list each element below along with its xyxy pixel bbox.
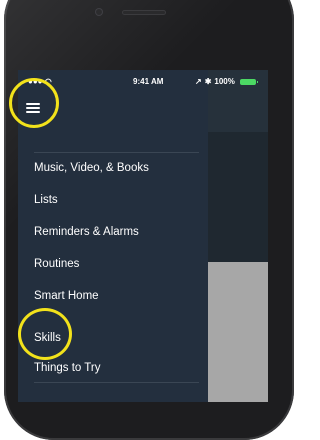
bluetooth-icon: ✱: [204, 77, 212, 86]
status-right-group: ↗ ✱ 100%: [195, 77, 258, 86]
battery-percent: 100%: [214, 77, 235, 86]
battery-icon: [239, 78, 258, 85]
menu-item-lists[interactable]: Lists: [34, 190, 58, 210]
menu-item-music-video-books[interactable]: Music, Video, & Books: [34, 158, 149, 178]
menu-item-things-to-try[interactable]: Things to Try: [34, 358, 100, 378]
divider: [34, 382, 199, 383]
main-content-behind-drawer: [208, 70, 268, 402]
menu-item-routines[interactable]: Routines: [34, 254, 79, 274]
main-content-card: [208, 262, 268, 402]
menu-item-reminders-alarms[interactable]: Reminders & Alarms: [34, 222, 139, 242]
menu-item-smart-home[interactable]: Smart Home: [34, 286, 99, 306]
earpiece-speaker: [122, 10, 166, 15]
divider: [34, 152, 199, 153]
front-camera: [95, 8, 103, 16]
highlight-ring-menu: [9, 78, 59, 128]
status-time: 9:41 AM: [133, 77, 164, 86]
status-bar: ●●● ◠ 9:41 AM ↗ ✱ 100%: [18, 70, 268, 90]
highlight-ring-skills: [18, 308, 72, 360]
location-icon: ↗: [195, 77, 202, 86]
